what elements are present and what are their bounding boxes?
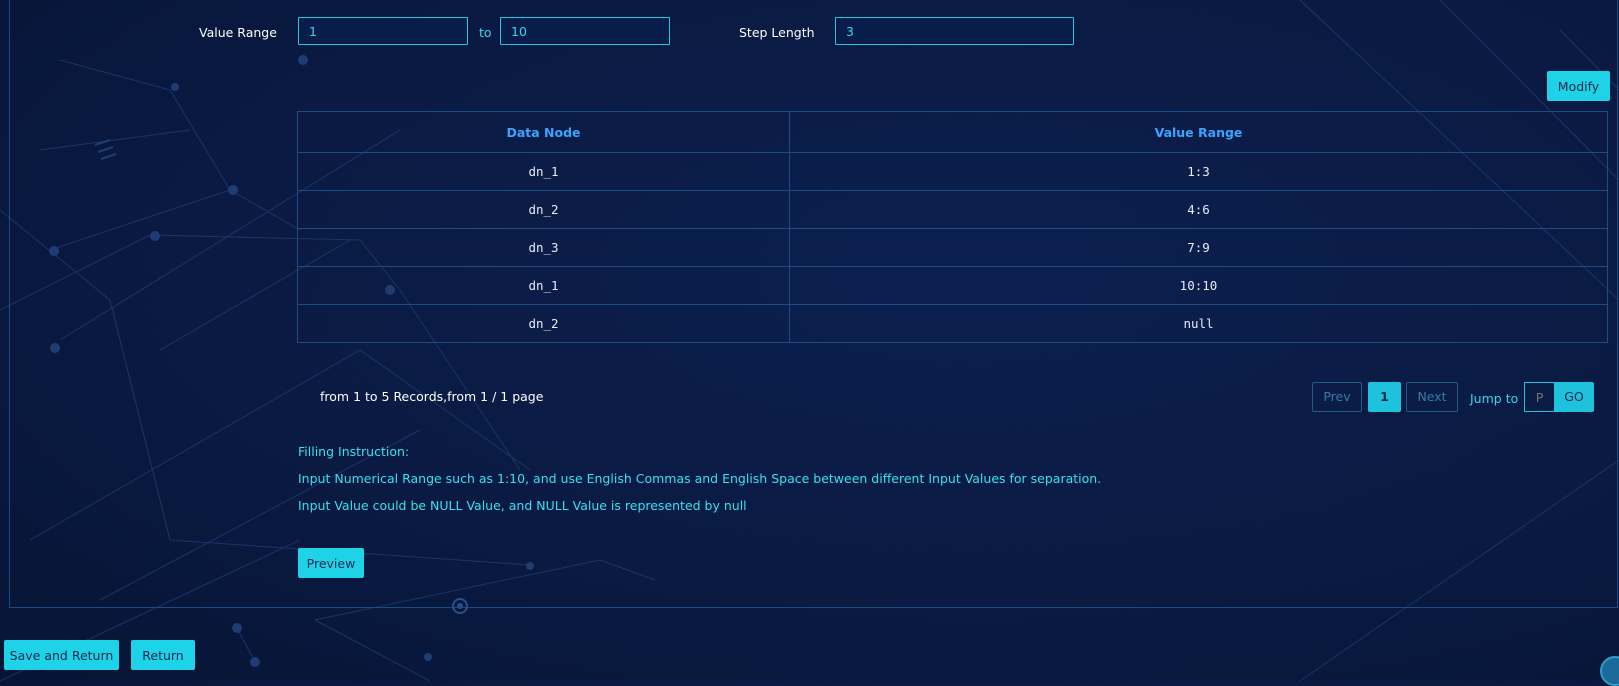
modify-button[interactable]: Modify — [1547, 71, 1610, 101]
current-page-button[interactable]: 1 — [1368, 382, 1401, 412]
preview-button[interactable]: Preview — [298, 548, 364, 578]
value-range-label: Value Range — [199, 25, 277, 40]
data-node-cell: dn_3 — [297, 228, 790, 267]
return-button[interactable]: Return — [131, 640, 195, 670]
table-row: dn_2 null — [297, 304, 1608, 343]
range-to-label: to — [479, 25, 492, 40]
next-page-button[interactable]: Next — [1406, 382, 1458, 412]
step-length-label: Step Length — [739, 25, 815, 40]
table-row: dn_1 10:10 — [297, 266, 1608, 305]
value-range-cell: 4:6 — [789, 190, 1608, 229]
records-info: from 1 to 5 Records,from 1 / 1 page — [320, 389, 544, 404]
value-range-cell: 1:3 — [789, 152, 1608, 191]
table-row: dn_1 1:3 — [297, 152, 1608, 191]
prev-page-button[interactable]: Prev — [1312, 382, 1362, 412]
jump-to-label: Jump to — [1470, 391, 1519, 406]
range-to-input[interactable] — [500, 17, 670, 45]
column-header-data-node: Data Node — [297, 111, 790, 153]
column-header-value-range: Value Range — [789, 111, 1608, 153]
filling-instruction-line-2: Input Value could be NULL Value, and NUL… — [298, 498, 747, 513]
data-node-cell: dn_1 — [297, 152, 790, 191]
value-range-cell: null — [789, 304, 1608, 343]
table-row: dn_2 4:6 — [297, 190, 1608, 229]
step-length-input[interactable] — [835, 17, 1074, 45]
table-row: dn_3 7:9 — [297, 228, 1608, 267]
value-range-cell: 10:10 — [789, 266, 1608, 305]
data-node-cell: dn_1 — [297, 266, 790, 305]
data-node-cell: dn_2 — [297, 190, 790, 229]
save-and-return-button[interactable]: Save and Return — [4, 640, 119, 670]
filling-instruction-line-1: Input Numerical Range such as 1:10, and … — [298, 471, 1102, 486]
data-node-table: Data Node Value Range dn_1 1:3 dn_2 4:6 … — [297, 111, 1608, 343]
filling-instruction-title: Filling Instruction: — [298, 444, 410, 459]
range-from-input[interactable] — [298, 17, 468, 45]
jump-page-input[interactable] — [1524, 382, 1554, 412]
scroll-top-icon[interactable] — [1600, 656, 1619, 686]
go-button[interactable]: GO — [1554, 382, 1594, 412]
value-range-cell: 7:9 — [789, 228, 1608, 267]
data-node-cell: dn_2 — [297, 304, 790, 343]
table-header-row: Data Node Value Range — [297, 111, 1608, 153]
